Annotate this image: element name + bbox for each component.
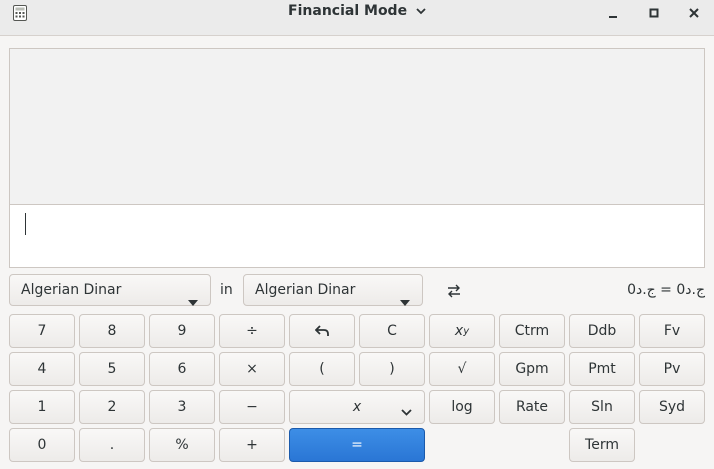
key-2[interactable]: 2 <box>79 390 145 424</box>
power-button[interactable]: xy <box>429 314 495 348</box>
percent-button[interactable]: % <box>149 428 215 462</box>
minimize-icon <box>609 16 617 18</box>
gpm-button[interactable]: Gpm <box>499 352 565 386</box>
left-paren-button[interactable]: ( <box>289 352 355 386</box>
window-title: Financial Mode <box>288 3 408 19</box>
history-display <box>9 48 705 205</box>
variable-x-dropdown[interactable]: x <box>289 390 425 424</box>
text-cursor <box>25 213 26 235</box>
chevron-down-icon <box>416 3 426 19</box>
minus-button[interactable]: − <box>219 390 285 424</box>
divide-button[interactable]: ÷ <box>219 314 285 348</box>
plus-button[interactable]: + <box>219 428 285 462</box>
ddb-button[interactable]: Ddb <box>569 314 635 348</box>
log-button[interactable]: log <box>429 390 495 424</box>
sln-button[interactable]: Sln <box>569 390 635 424</box>
sqrt-button[interactable]: √ <box>429 352 495 386</box>
in-label: in <box>220 282 233 298</box>
rate-button[interactable]: Rate <box>499 390 565 424</box>
key-3[interactable]: 3 <box>149 390 215 424</box>
key-7[interactable]: 7 <box>9 314 75 348</box>
clear-button[interactable]: C <box>359 314 425 348</box>
close-button[interactable] <box>684 4 704 22</box>
pv-button[interactable]: Pv <box>639 352 705 386</box>
power-base: x <box>454 323 464 339</box>
key-4[interactable]: 4 <box>9 352 75 386</box>
key-0[interactable]: 0 <box>9 428 75 462</box>
right-paren-button[interactable]: ) <box>359 352 425 386</box>
equals-button[interactable]: = <box>289 428 425 462</box>
from-currency-label: Algerian Dinar <box>21 282 122 298</box>
close-icon <box>689 8 699 18</box>
expression-input[interactable] <box>9 204 705 268</box>
title-bar: Financial Mode <box>0 0 714 36</box>
to-currency-label: Algerian Dinar <box>255 282 356 298</box>
undo-icon <box>315 325 329 336</box>
chevron-down-icon <box>401 404 412 420</box>
conversion-result: ج.د0 = ج.د0 <box>627 282 705 298</box>
undo-button[interactable] <box>289 314 355 348</box>
multiply-button[interactable]: × <box>219 352 285 386</box>
dropdown-arrow-icon <box>188 287 198 317</box>
key-5[interactable]: 5 <box>79 352 145 386</box>
from-currency-select[interactable]: Algerian Dinar <box>9 274 211 306</box>
minimize-button[interactable] <box>603 4 623 22</box>
pmt-button[interactable]: Pmt <box>569 352 635 386</box>
to-currency-select[interactable]: Algerian Dinar <box>243 274 423 306</box>
decimal-point-button[interactable]: . <box>79 428 145 462</box>
power-exponent: y <box>463 325 470 337</box>
variable-x-label: x <box>352 399 362 415</box>
key-6[interactable]: 6 <box>149 352 215 386</box>
fv-button[interactable]: Fv <box>639 314 705 348</box>
term-button[interactable]: Term <box>569 428 635 462</box>
syd-button[interactable]: Syd <box>639 390 705 424</box>
key-9[interactable]: 9 <box>149 314 215 348</box>
dropdown-arrow-icon <box>400 287 410 317</box>
swap-icon[interactable] <box>446 283 462 299</box>
maximize-button[interactable] <box>644 4 664 22</box>
maximize-icon <box>649 8 659 18</box>
key-8[interactable]: 8 <box>79 314 145 348</box>
key-1[interactable]: 1 <box>9 390 75 424</box>
ctrm-button[interactable]: Ctrm <box>499 314 565 348</box>
